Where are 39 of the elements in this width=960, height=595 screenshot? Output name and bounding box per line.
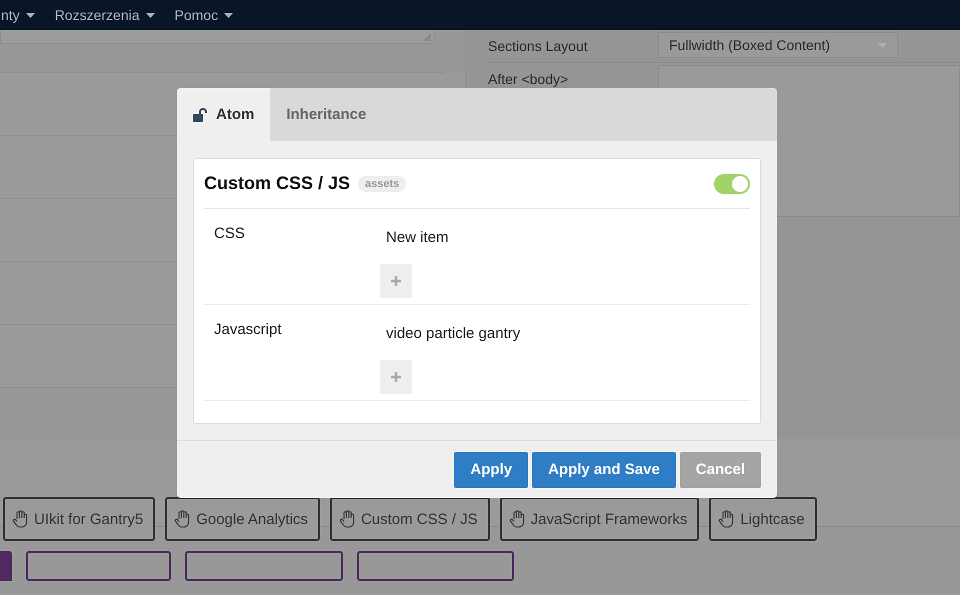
- hand-icon: [718, 510, 734, 528]
- field-label: CSS: [213, 224, 246, 244]
- apply-button[interactable]: Apply and Save: [532, 452, 676, 488]
- caret-icon: [26, 12, 35, 18]
- caret-icon: [224, 12, 234, 18]
- layout-select[interactable]: Fullwidth (Boxed Content): [658, 32, 898, 58]
- particle-button[interactable]: UIkit for Gantry5: [3, 497, 156, 541]
- particle-button[interactable]: JavaScript Frameworks: [500, 497, 700, 541]
- tag: assets: [358, 176, 406, 192]
- field-label: After <body>: [488, 70, 570, 89]
- hand-icon: [174, 510, 190, 528]
- particle-button[interactable]: Custom CSS / JS: [330, 497, 490, 541]
- caret-icon: [146, 12, 155, 18]
- resize-grip-icon: [424, 34, 431, 41]
- tab[interactable]: Inheritance: [270, 88, 382, 141]
- nav-menu[interactable]: nty: [1, 7, 35, 23]
- list-item[interactable]: New item: [380, 229, 449, 246]
- particle-block: [0, 551, 12, 581]
- caret-icon: [878, 42, 887, 48]
- unlock-icon: [193, 108, 209, 122]
- apply-button[interactable]: Apply: [454, 452, 528, 488]
- particle-button[interactable]: Google Analytics: [165, 497, 320, 541]
- toggle-switch[interactable]: [714, 174, 750, 194]
- nav-menu[interactable]: Rozszerzenia: [54, 7, 155, 23]
- list-item[interactable]: video particle gantry: [380, 325, 520, 342]
- cancel-button[interactable]: Cancel: [680, 452, 761, 488]
- add-button[interactable]: [380, 264, 412, 298]
- plus-icon: [391, 372, 401, 382]
- hand-icon: [12, 510, 28, 528]
- plus-icon: [391, 276, 401, 286]
- hand-icon: [338, 510, 355, 528]
- field-label: Javascript: [213, 320, 283, 340]
- nav-menu[interactable]: Pomoc: [174, 7, 234, 23]
- add-button[interactable]: [380, 360, 412, 394]
- hand-icon: [508, 510, 525, 528]
- tab[interactable]: Atom: [177, 88, 270, 141]
- card-title: Custom CSS / JS: [204, 173, 350, 194]
- field-label: Sections Layout: [488, 37, 589, 54]
- particle-button[interactable]: Lightcase: [709, 497, 817, 541]
